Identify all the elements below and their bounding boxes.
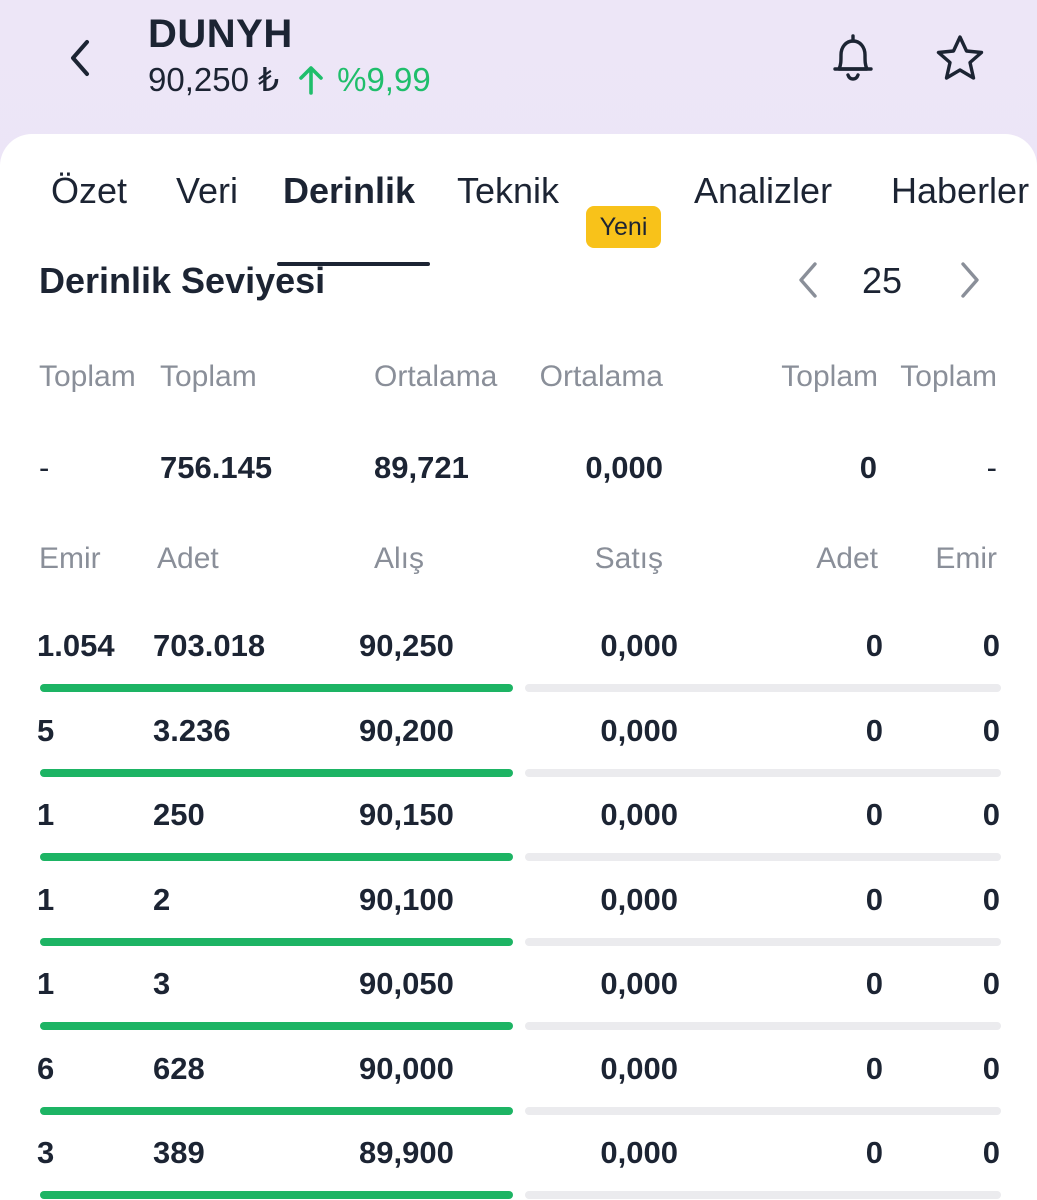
ask-volume-bar — [525, 853, 1001, 861]
depth-cell: 0,000 — [600, 881, 678, 917]
depth-cell: 1 — [37, 881, 55, 917]
depth-row: 1 2 90,100 0,000 0 0 — [0, 876, 1037, 960]
depth-cell: 0 — [982, 797, 1000, 832]
depth-cell: 89,900 — [359, 1135, 454, 1170]
chevron-left-icon — [71, 40, 89, 76]
price-line: 90,250 ₺ %9,99 — [148, 60, 431, 99]
summary-value: - — [39, 450, 50, 485]
depth-row: 3 389 89,900 0,000 0 0 — [0, 1129, 1037, 1200]
depth-cell: 250 — [153, 797, 205, 832]
depth-cell: 90,000 — [359, 1050, 454, 1086]
depth-cell: 3 — [153, 966, 171, 1001]
level-prev-button[interactable] — [788, 258, 828, 302]
depth-cell: 3.236 — [153, 712, 231, 748]
summary-header: Toplam — [39, 360, 136, 393]
bid-volume-bar — [40, 768, 513, 777]
tab-ozet[interactable]: Özet — [51, 170, 127, 212]
depth-cell: 0,000 — [600, 797, 678, 832]
tab-analizler[interactable]: Analizler — [694, 170, 832, 212]
bid-volume-bar — [40, 684, 513, 692]
depth-cell: 0,000 — [600, 966, 678, 1001]
tab-bar: Özet Veri Derinlik Teknik Yeni Analizler… — [0, 170, 1037, 266]
depth-cell: 0,000 — [600, 712, 678, 748]
star-icon — [936, 35, 984, 80]
depth-row: 1.054 703.018 90,250 0,000 0 0 — [0, 622, 1037, 706]
content-card: Özet Veri Derinlik Teknik Yeni Analizler… — [0, 134, 1037, 1200]
depth-cell: 1 — [37, 966, 55, 1001]
depth-cell: 0,000 — [600, 1050, 678, 1086]
back-button[interactable] — [56, 32, 104, 84]
bid-volume-bar — [40, 937, 513, 946]
depth-cell: 0 — [982, 881, 1000, 917]
arrow-up-icon — [299, 65, 323, 95]
chevron-left-icon — [799, 262, 817, 298]
depth-row: 6 628 90,000 0,000 0 0 — [0, 1045, 1037, 1129]
summary-value: - — [986, 450, 997, 485]
ask-volume-bar — [525, 768, 1001, 777]
depth-cell: 3 — [37, 1135, 55, 1170]
header: DUNYH 90,250 ₺ %9,99 — [0, 0, 1037, 140]
bid-volume-bar — [40, 1106, 513, 1115]
depth-row: 5 3.236 90,200 0,000 0 0 — [0, 707, 1037, 791]
depth-cell: 0,000 — [600, 1135, 678, 1170]
depth-cell: 6 — [37, 1050, 55, 1086]
ask-volume-bar — [525, 684, 1001, 692]
level-count: 25 — [862, 260, 903, 301]
summary-header: Toplam — [900, 360, 997, 393]
depth-cell: 1 — [37, 797, 55, 832]
depth-cell: 90,150 — [359, 797, 454, 832]
depth-cell: 0,000 — [600, 628, 678, 663]
ticker-symbol: DUNYH — [148, 12, 293, 56]
chevron-right-icon — [961, 262, 979, 298]
bid-volume-bar — [40, 853, 513, 861]
depth-cell: 0 — [982, 966, 1000, 1001]
depth-cell: 0 — [982, 712, 1000, 748]
tab-haberler[interactable]: Haberler — [891, 170, 1029, 212]
section-title: Derinlik Seviyesi — [39, 260, 326, 301]
depth-cell: 628 — [153, 1050, 205, 1086]
depth-header: Adet — [157, 542, 219, 575]
bell-icon — [833, 34, 873, 81]
depth-header: Satış — [594, 542, 663, 575]
depth-cell: 90,050 — [359, 966, 454, 1001]
summary-header: Ortalama — [539, 360, 663, 393]
depth-cell: 0 — [982, 1135, 1000, 1170]
depth-cell: 0 — [982, 628, 1000, 663]
summary-value: 756.145 — [160, 450, 273, 485]
depth-cell: 0 — [982, 1050, 1000, 1086]
tab-derinlik[interactable]: Derinlik — [283, 170, 415, 212]
depth-cell: 90,200 — [359, 712, 454, 748]
ask-volume-bar — [525, 937, 1001, 946]
ask-volume-bar — [525, 1022, 1001, 1030]
ask-volume-bar — [525, 1191, 1001, 1199]
price-change: %9,99 — [337, 60, 431, 98]
new-badge: Yeni — [586, 206, 661, 248]
depth-cell: 5 — [37, 712, 55, 748]
tab-teknik[interactable]: Teknik — [457, 170, 559, 212]
ask-volume-bar — [525, 1106, 1001, 1115]
depth-header: Emir — [935, 542, 997, 575]
last-price: 90,250 ₺ — [148, 61, 280, 98]
depth-cell: 90,250 — [359, 628, 454, 663]
depth-header: Emir — [39, 542, 101, 575]
tab-veri[interactable]: Veri — [176, 170, 238, 212]
depth-row: 1 250 90,150 0,000 0 0 — [0, 791, 1037, 875]
alarm-button[interactable] — [826, 30, 880, 86]
summary-header: Toplam — [160, 360, 257, 393]
summary-value: 89,721 — [374, 450, 469, 485]
favorite-button[interactable] — [932, 30, 988, 86]
depth-cell: 90,100 — [359, 881, 454, 917]
level-next-button[interactable] — [950, 258, 990, 302]
depth-cell: 1.054 — [37, 628, 115, 663]
depth-cell: 703.018 — [153, 628, 266, 663]
bid-volume-bar — [40, 1191, 513, 1199]
bid-volume-bar — [40, 1022, 513, 1030]
summary-value: 0,000 — [585, 450, 663, 485]
depth-header: Alış — [374, 542, 425, 575]
depth-cell: 389 — [153, 1135, 205, 1170]
depth-cell: 2 — [153, 881, 171, 917]
depth-row: 1 3 90,050 0,000 0 0 — [0, 960, 1037, 1044]
